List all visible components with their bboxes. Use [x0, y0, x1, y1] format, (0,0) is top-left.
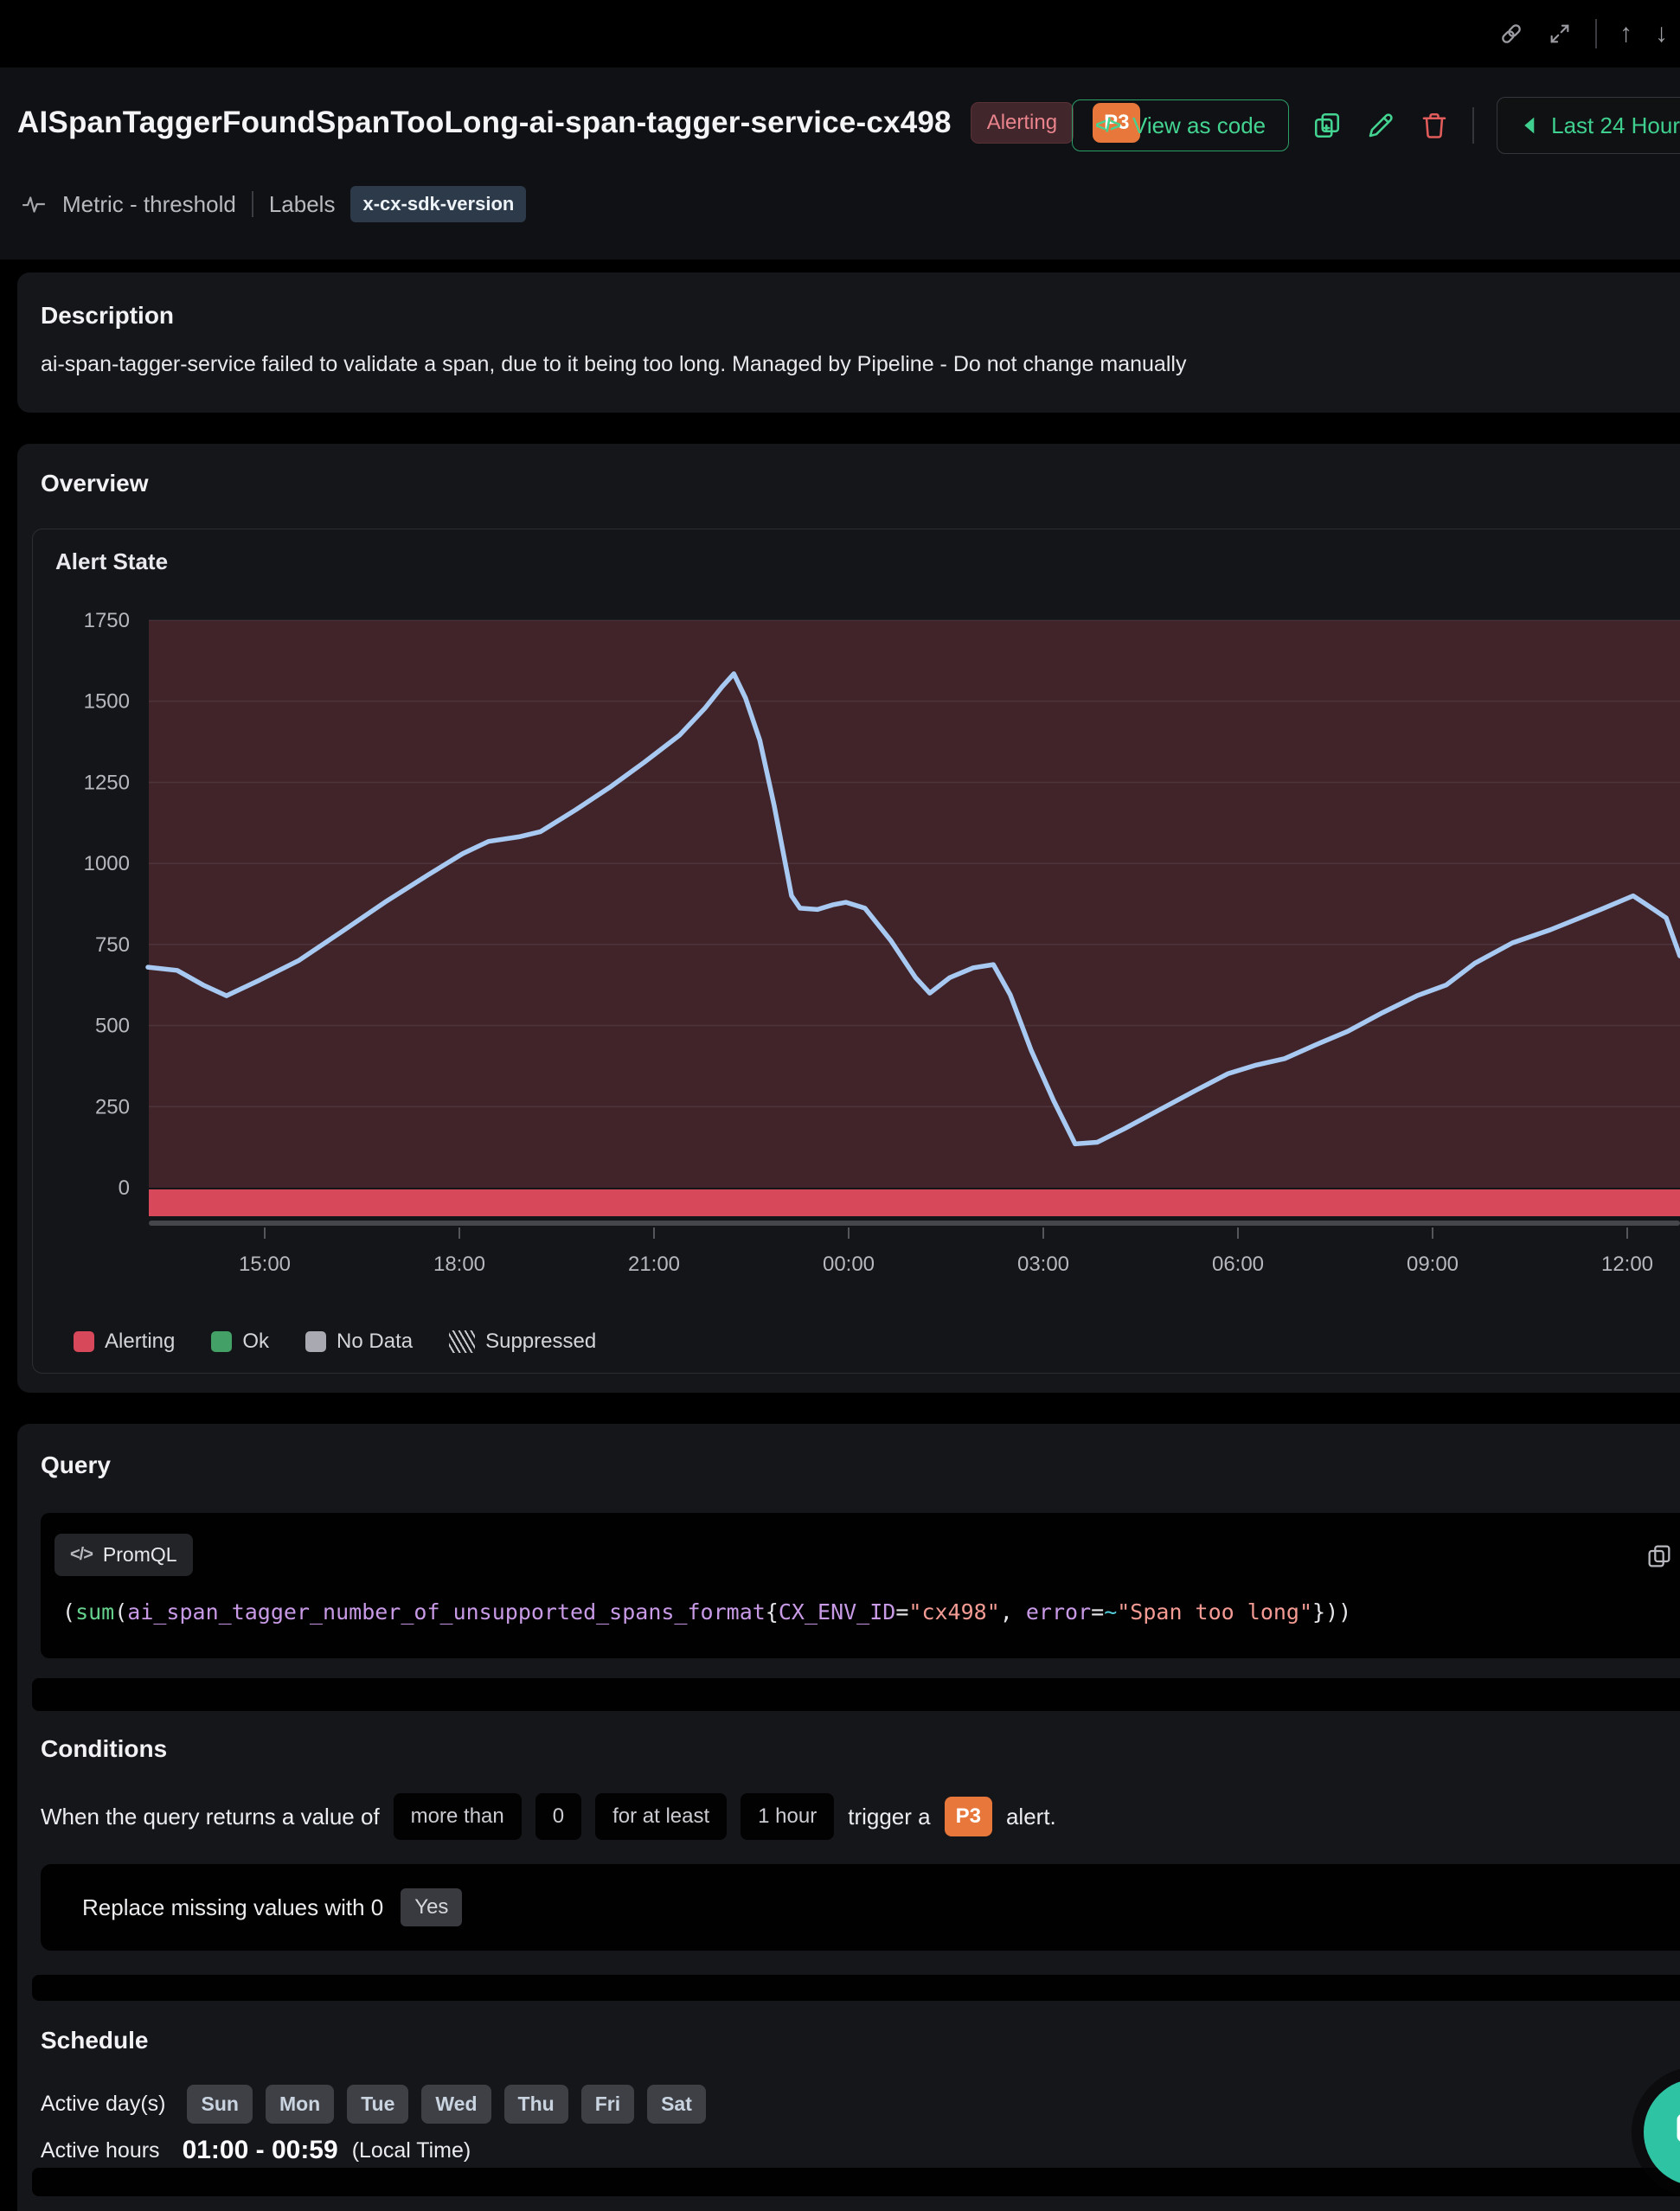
hatch-icon	[449, 1330, 475, 1353]
active-days-row: Active day(s) Sun Mon Tue Wed Thu Fri Sat	[41, 2085, 706, 2124]
scroll-up-icon[interactable]: ↑	[1619, 21, 1632, 47]
svg-text:1000: 1000	[84, 852, 130, 875]
promql-code-box: </> PromQL (sum(ai_span_tagger_number_of…	[41, 1513, 1680, 1658]
active-hours-value: 01:00 - 00:59	[183, 2136, 338, 2165]
chat-bubble-icon	[1673, 2110, 1680, 2155]
meta-divider	[252, 191, 253, 217]
svg-text:00:00: 00:00	[823, 1253, 875, 1276]
overview-title: Overview	[41, 470, 149, 497]
view-as-code-button[interactable]: </> View as code	[1072, 99, 1289, 151]
day-chip-tue[interactable]: Tue	[347, 2085, 408, 2124]
condition-sentence: When the query returns a value of more th…	[41, 1794, 1056, 1839]
status-badge: Alerting	[971, 102, 1074, 144]
priority-badge: P3	[945, 1797, 992, 1836]
description-panel: Description ai-span-tagger-service faile…	[17, 272, 1680, 413]
svg-text:03:00: 03:00	[1017, 1253, 1069, 1276]
day-chips: Sun Mon Tue Wed Thu Fri Sat	[187, 2085, 705, 2124]
condition-chip[interactable]: 1 hour	[741, 1793, 834, 1840]
active-hours-label: Active hours	[41, 2138, 160, 2163]
condition-text: trigger a	[848, 1804, 930, 1830]
code-icon: </>	[70, 1545, 93, 1565]
legend-label: No Data	[337, 1330, 413, 1354]
svg-text:1250: 1250	[84, 771, 130, 794]
schedule-title: Schedule	[41, 2027, 148, 2054]
active-hours-row: Active hours 01:00 - 00:59 (Local Time)	[41, 2133, 479, 2168]
legend-item-no-data[interactable]: No Data	[305, 1330, 413, 1354]
section-separator	[32, 1975, 1680, 2001]
alert-state-chart[interactable]: 15:00 18:00 21:00 00:00 03:00 06:00 09:00 12:00…	[0, 606, 1680, 1280]
label-chip[interactable]: x-cx-sdk-version	[350, 186, 526, 222]
day-chip-sun[interactable]: Sun	[187, 2085, 252, 2124]
day-chip-thu[interactable]: Thu	[504, 2085, 568, 2124]
description-title: Description	[41, 302, 174, 330]
condition-chip[interactable]: 0	[535, 1793, 581, 1840]
expand-icon[interactable]	[1547, 21, 1573, 47]
legend-swatch	[211, 1331, 232, 1352]
day-chip-wed[interactable]: Wed	[421, 2085, 491, 2124]
active-days-label: Active day(s)	[41, 2092, 165, 2117]
metric-pulse-icon	[21, 191, 47, 217]
section-separator	[32, 2168, 1680, 2196]
day-chip-mon[interactable]: Mon	[266, 2085, 334, 2124]
svg-text:18:00: 18:00	[433, 1253, 485, 1276]
svg-text:1500: 1500	[84, 690, 130, 714]
svg-text:12:00: 12:00	[1601, 1253, 1653, 1276]
labels-label: Labels	[269, 191, 336, 218]
edit-icon[interactable]	[1365, 110, 1396, 141]
conditions-title: Conditions	[41, 1735, 167, 1763]
svg-text:250: 250	[95, 1095, 130, 1118]
scroll-down-icon[interactable]: ↓	[1655, 21, 1668, 47]
code-icon: </>	[1095, 114, 1120, 137]
alert-header: AISpanTaggerFoundSpanTooLong-ai-span-tag…	[0, 67, 1680, 260]
promql-chip[interactable]: </> PromQL	[55, 1534, 193, 1576]
condition-text: alert.	[1006, 1804, 1056, 1830]
legend-label: Ok	[242, 1330, 269, 1354]
legend-swatch	[305, 1331, 326, 1352]
description-text: ai-span-tagger-service failed to validat…	[41, 352, 1186, 377]
condition-text: When the query returns a value of	[41, 1804, 380, 1830]
day-chip-sat[interactable]: Sat	[647, 2085, 706, 2124]
chart-title: Alert State	[55, 548, 168, 575]
day-chip-fri[interactable]: Fri	[581, 2085, 634, 2124]
svg-text:09:00: 09:00	[1407, 1253, 1459, 1276]
page-title: AISpanTaggerFoundSpanTooLong-ai-span-tag…	[17, 106, 952, 140]
promql-query[interactable]: (sum(ai_span_tagger_number_of_unsupporte…	[62, 1599, 1351, 1625]
section-separator	[32, 1678, 1680, 1711]
replace-missing-panel: Replace missing values with 0 Yes	[41, 1864, 1680, 1951]
svg-text:21:00: 21:00	[628, 1253, 680, 1276]
svg-text:0: 0	[119, 1176, 130, 1200]
svg-text:500: 500	[95, 1015, 130, 1038]
chevron-left-icon	[1522, 116, 1536, 135]
condition-chip[interactable]: more than	[394, 1793, 522, 1840]
chart-legend: Alerting Ok No Data Suppressed	[74, 1330, 596, 1354]
legend-swatch	[74, 1331, 94, 1352]
legend-item-alerting[interactable]: Alerting	[74, 1330, 175, 1354]
topbar-divider	[1595, 19, 1597, 48]
delete-icon[interactable]	[1419, 110, 1450, 141]
top-bar: ↑ ↓	[0, 0, 1680, 68]
legend-label: Alerting	[105, 1330, 175, 1354]
alert-type-label: Metric - threshold	[62, 191, 236, 218]
svg-text:1750: 1750	[84, 609, 130, 632]
replace-missing-value-chip[interactable]: Yes	[401, 1888, 462, 1926]
time-range-button[interactable]: Last 24 Hours	[1497, 97, 1680, 154]
svg-text:06:00: 06:00	[1212, 1253, 1264, 1276]
active-hours-timezone: (Local Time)	[352, 2138, 471, 2163]
controls-divider	[1472, 107, 1474, 144]
condition-chip[interactable]: for at least	[595, 1793, 727, 1840]
replace-missing-label: Replace missing values with 0	[82, 1894, 383, 1921]
link-icon[interactable]	[1498, 21, 1524, 47]
copy-code-icon[interactable]	[1645, 1542, 1673, 1570]
legend-item-ok[interactable]: Ok	[211, 1330, 269, 1354]
duplicate-icon[interactable]	[1311, 110, 1343, 141]
svg-text:15:00: 15:00	[239, 1253, 291, 1276]
query-title: Query	[41, 1452, 111, 1479]
svg-text:750: 750	[95, 933, 130, 957]
alert-details-page: { "header": { "title": "AISpanTaggerFoun…	[0, 0, 1680, 2211]
legend-item-suppressed[interactable]: Suppressed	[449, 1330, 596, 1354]
details-panel: Query </> PromQL (sum(ai_span_tagger_num…	[17, 1424, 1680, 2211]
legend-label: Suppressed	[485, 1330, 596, 1354]
